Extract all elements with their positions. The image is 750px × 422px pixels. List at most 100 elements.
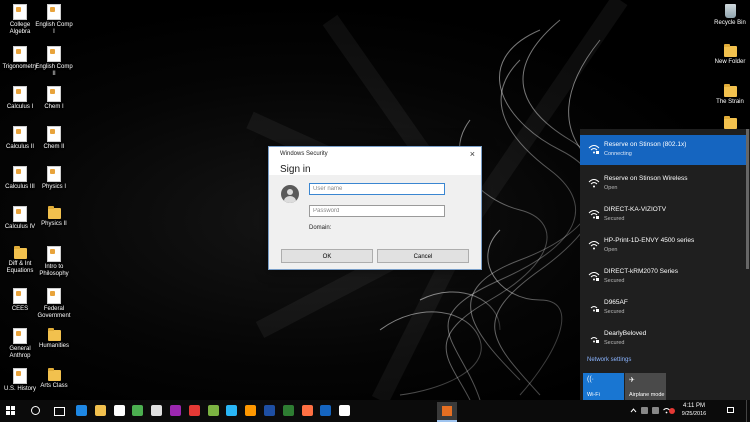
folder-icon <box>47 368 61 381</box>
desktop-icon[interactable]: English Comp II <box>34 46 74 78</box>
network-status: Secured <box>604 340 625 346</box>
folder-icon <box>47 328 61 341</box>
wifi-toggle-tile[interactable]: ((· Wi-Fi <box>583 373 624 401</box>
network-name: DearlyBeloved <box>604 330 647 337</box>
action-center-icon[interactable] <box>727 407 734 414</box>
close-icon[interactable]: × <box>470 149 475 159</box>
network-status: Secured <box>604 309 625 315</box>
network-name: DIRECT-KA-VIZIOTV <box>604 206 667 213</box>
document-icon <box>13 206 27 222</box>
airplane-icon: ✈ <box>629 377 635 384</box>
tray-app-icon[interactable] <box>641 407 648 414</box>
word-icon[interactable] <box>264 405 275 416</box>
wifi-secured-icon <box>588 272 600 281</box>
excel-icon[interactable] <box>282 405 294 416</box>
calculator-icon[interactable] <box>132 405 144 416</box>
clock-time[interactable]: 4:11 PM <box>676 403 712 409</box>
network-status: Secured <box>604 278 625 284</box>
wifi-secured-icon <box>588 145 600 154</box>
network-item[interactable]: DearlyBeloved Secured <box>580 324 746 354</box>
dialog-body: Domain: OK Cancel <box>269 175 481 269</box>
desktop-icon[interactable]: Physics I <box>34 166 74 191</box>
chevron-up-icon[interactable] <box>630 407 637 414</box>
document-icon <box>13 368 27 384</box>
store-icon[interactable] <box>113 405 125 416</box>
document-icon <box>47 166 61 182</box>
document-icon <box>13 4 27 20</box>
dialog-heading: Sign in <box>280 164 311 175</box>
clock-date[interactable]: 9/25/2016 <box>676 411 712 417</box>
document-icon <box>13 126 27 142</box>
cortana-search-icon[interactable] <box>31 406 40 415</box>
vlc-icon[interactable] <box>245 405 257 416</box>
desktop-icon[interactable]: Arts Class <box>34 368 74 390</box>
document-icon <box>13 288 27 304</box>
network-flyout: Reserve on Stinson (802.1x) Connecting R… <box>580 129 750 401</box>
username-input[interactable] <box>309 183 445 195</box>
document-icon <box>47 4 61 20</box>
battery-icon[interactable] <box>652 407 659 414</box>
antivirus-icon[interactable] <box>669 408 675 414</box>
network-item[interactable]: HP-Print-1D-ENVY 4500 series Open <box>580 231 746 261</box>
network-item[interactable]: Reserve on Stinson (802.1x) Connecting <box>580 135 746 165</box>
network-item[interactable]: D965AF Secured <box>580 293 746 323</box>
user-avatar-icon <box>281 185 299 203</box>
folder-icon <box>723 44 737 57</box>
taskbar: 4:11 PM 9/25/2016 <box>0 400 750 422</box>
wifi-open-icon <box>588 179 600 188</box>
wifi-open-icon <box>588 241 600 250</box>
domain-label: Domain: <box>309 225 332 231</box>
wifi-secured-icon <box>590 337 599 343</box>
desktop-icon[interactable]: Chem I <box>34 86 74 111</box>
network-status: Secured <box>604 216 625 222</box>
usb-icon[interactable] <box>339 405 351 416</box>
photos-icon[interactable] <box>301 405 313 416</box>
skype-icon[interactable] <box>226 405 238 416</box>
tile-label: Wi-Fi <box>587 392 600 398</box>
desktop-icon[interactable]: Physics II <box>34 206 74 228</box>
windows-security-dialog: Windows Security × Sign in Domain: OK Ca… <box>268 146 482 270</box>
desktop-icon[interactable]: English Comp I <box>34 4 74 36</box>
folder-icon <box>723 116 737 129</box>
edge-icon[interactable] <box>76 405 87 416</box>
utorrent-icon[interactable] <box>207 405 219 416</box>
file-explorer-icon[interactable] <box>94 405 106 416</box>
network-name: D965AF <box>604 299 628 306</box>
document-icon <box>13 86 27 102</box>
folder-icon <box>47 206 61 219</box>
network-name: HP-Print-1D-ENVY 4500 series <box>604 237 695 244</box>
ok-button[interactable]: OK <box>281 249 373 263</box>
task-view-icon[interactable] <box>54 407 65 416</box>
document-icon <box>47 126 61 142</box>
cancel-button[interactable]: Cancel <box>377 249 469 263</box>
chrome-icon[interactable] <box>188 405 200 416</box>
desktop-icon[interactable]: Intro to Philosophy <box>34 246 74 278</box>
network-item[interactable]: DIRECT-kRM2070 Series Secured <box>580 262 746 292</box>
document-icon <box>47 246 61 262</box>
network-settings-link[interactable]: Network settings <box>587 357 631 363</box>
network-name: Reserve on Stinson Wireless <box>604 175 688 182</box>
airplane-mode-tile[interactable]: ✈ Airplane mode <box>625 373 666 401</box>
network-status: Connecting <box>604 151 632 157</box>
windows-start-icon[interactable] <box>6 406 15 415</box>
tile-label: Airplane mode <box>629 392 665 398</box>
password-input[interactable] <box>309 205 445 217</box>
desktop-icon[interactable]: New Folder <box>710 44 750 66</box>
scrollbar[interactable] <box>746 129 749 269</box>
media-icon[interactable] <box>170 405 181 416</box>
app-icon[interactable] <box>320 405 332 416</box>
taskbar-active-app-icon[interactable] <box>437 402 457 422</box>
network-item[interactable]: DIRECT-KA-VIZIOTV Secured <box>580 200 746 230</box>
network-status: Open <box>604 185 618 191</box>
wifi-secured-icon <box>588 210 600 219</box>
show-desktop-button[interactable] <box>746 400 750 422</box>
desktop-icon[interactable]: Humanities <box>34 328 74 350</box>
network-item[interactable]: Reserve on Stinson Wireless Open <box>580 169 746 199</box>
wifi-secured-icon <box>590 306 599 312</box>
document-icon <box>13 166 27 182</box>
desktop-icon[interactable]: The Strain <box>710 84 750 106</box>
desktop-icon[interactable]: Chem II <box>34 126 74 151</box>
desktop-icon[interactable]: Federal Government <box>34 288 74 320</box>
desktop-icon-recycle-bin[interactable]: Recycle Bin <box>710 4 750 27</box>
paint-icon[interactable] <box>151 405 163 416</box>
